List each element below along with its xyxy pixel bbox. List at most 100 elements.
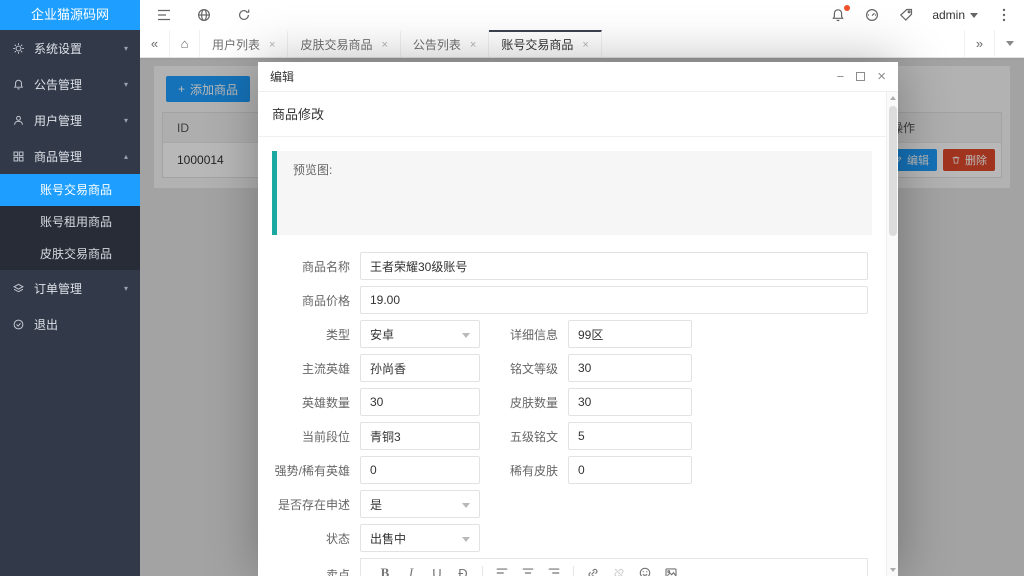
- link-icon[interactable]: [580, 566, 606, 576]
- gauge-icon[interactable]: [864, 7, 880, 23]
- tab-label: 用户列表: [212, 36, 260, 53]
- rare-skin-input[interactable]: [568, 456, 692, 484]
- sidebar-item-account-trade[interactable]: 账号交易商品: [0, 174, 140, 206]
- tab-account-trade[interactable]: 账号交易商品 ×: [489, 30, 601, 57]
- form-row: 英雄数量 皮肤数量: [272, 388, 872, 416]
- product-name-input[interactable]: [360, 252, 868, 280]
- form-row: 强势/稀有英雄 稀有皮肤: [272, 456, 872, 484]
- chevron-down-icon: ▾: [124, 80, 128, 89]
- close-icon[interactable]: ×: [381, 39, 387, 51]
- form-row: 主流英雄 铭文等级: [272, 354, 872, 382]
- form-row: 商品价格: [272, 286, 872, 314]
- product-preview-image[interactable]: [293, 187, 359, 225]
- chevron-up-icon: ▴: [124, 152, 128, 161]
- layers-icon: [12, 282, 25, 295]
- close-icon[interactable]: ×: [582, 39, 588, 51]
- form-row: 是否存在申述 是: [272, 490, 872, 518]
- chevron-down-icon: [1006, 41, 1014, 46]
- field-label: 铭文等级: [480, 360, 568, 377]
- emoji-icon[interactable]: [632, 566, 658, 576]
- field-label: 商品价格: [272, 292, 360, 309]
- editor-toolbar: B I U Đ: [360, 558, 868, 576]
- sidebar-item-announcements[interactable]: 公告管理 ▾: [0, 66, 140, 102]
- align-left-icon[interactable]: [489, 566, 515, 576]
- rare-hero-input[interactable]: [360, 456, 480, 484]
- form-row: 状态 出售中: [272, 524, 872, 552]
- current-rank-input[interactable]: [360, 422, 480, 450]
- sidebar-item-account-rent[interactable]: 账号租用商品: [0, 206, 140, 238]
- sidebar-item-label: 系统设置: [34, 40, 82, 57]
- sidebar-item-users[interactable]: 用户管理 ▾: [0, 102, 140, 138]
- tab-user-list[interactable]: 用户列表 ×: [200, 30, 288, 57]
- bold-icon[interactable]: B: [372, 565, 398, 576]
- modal-scrollbar[interactable]: [886, 92, 898, 576]
- form-row: 卖点 B I U Đ: [272, 558, 872, 576]
- preview-label: 预览图:: [293, 161, 856, 178]
- maximize-icon[interactable]: [856, 70, 865, 83]
- align-center-icon[interactable]: [515, 566, 541, 576]
- sidebar-item-skin-trade[interactable]: 皮肤交易商品: [0, 238, 140, 270]
- chevron-down-icon: ▾: [124, 44, 128, 53]
- user-menu[interactable]: admin: [932, 8, 978, 22]
- username: admin: [932, 8, 965, 22]
- detail-info-input[interactable]: [568, 320, 692, 348]
- align-right-icon[interactable]: [541, 566, 567, 576]
- minimize-icon[interactable]: −: [837, 70, 845, 83]
- field-label: 强势/稀有英雄: [272, 462, 360, 479]
- field-label: 类型: [272, 326, 360, 343]
- field-label: 状态: [272, 530, 360, 547]
- sidebar-item-products[interactable]: 商品管理 ▴: [0, 138, 140, 174]
- close-icon[interactable]: ×: [470, 39, 476, 51]
- sidebar-toggle-icon[interactable]: [156, 7, 172, 23]
- image-icon[interactable]: [658, 566, 684, 576]
- field-label: 英雄数量: [272, 394, 360, 411]
- close-icon[interactable]: ×: [269, 39, 275, 51]
- unlink-icon[interactable]: [606, 566, 632, 576]
- sidebar-item-label: 用户管理: [34, 112, 82, 129]
- tabs-menu-button[interactable]: [994, 30, 1024, 57]
- select-value: 是: [370, 496, 382, 513]
- product-price-input[interactable]: [360, 286, 868, 314]
- main-hero-input[interactable]: [360, 354, 480, 382]
- field-label: 稀有皮肤: [480, 462, 568, 479]
- scroll-down-icon[interactable]: [887, 564, 898, 576]
- type-select[interactable]: 安卓: [360, 320, 480, 348]
- sidebar-item-system-settings[interactable]: 系统设置 ▾: [0, 30, 140, 66]
- underline-icon[interactable]: U: [424, 566, 450, 576]
- field-label: 五级铭文: [480, 428, 568, 445]
- field-label: 卖点: [272, 558, 360, 576]
- status-select[interactable]: 出售中: [360, 524, 480, 552]
- level5-inscription-input[interactable]: [568, 422, 692, 450]
- refresh-icon[interactable]: [236, 7, 252, 23]
- tabs-scroll-left-button[interactable]: «: [140, 30, 170, 57]
- sidebar-item-orders[interactable]: 订单管理 ▾: [0, 270, 140, 306]
- scrollbar-thumb[interactable]: [889, 106, 897, 236]
- field-label: 详细信息: [480, 326, 568, 343]
- products-submenu: 账号交易商品 账号租用商品 皮肤交易商品: [0, 174, 140, 270]
- strikethrough-icon[interactable]: Đ: [450, 566, 476, 576]
- globe-icon[interactable]: [196, 7, 212, 23]
- tab-skin-trade[interactable]: 皮肤交易商品 ×: [288, 30, 400, 57]
- field-label: 当前段位: [272, 428, 360, 445]
- inscription-level-input[interactable]: [568, 354, 692, 382]
- appeal-select[interactable]: 是: [360, 490, 480, 518]
- skin-count-input[interactable]: [568, 388, 692, 416]
- close-icon[interactable]: ×: [877, 69, 886, 84]
- rich-text-editor: B I U Đ: [360, 558, 868, 576]
- sidebar-item-label: 公告管理: [34, 76, 82, 93]
- italic-icon[interactable]: I: [398, 565, 424, 576]
- logout-icon: [12, 318, 25, 331]
- more-vertical-icon[interactable]: [996, 7, 1012, 23]
- toolbar-divider: [573, 566, 574, 576]
- tab-announcement-list[interactable]: 公告列表 ×: [401, 30, 489, 57]
- modal-header: 编辑 − ×: [258, 62, 898, 92]
- home-tab[interactable]: ⌂: [170, 30, 200, 57]
- sidebar-item-logout[interactable]: 退出: [0, 306, 140, 342]
- tabs-scroll-right-button[interactable]: »: [964, 30, 994, 57]
- tab-label: 公告列表: [413, 36, 461, 53]
- tag-icon[interactable]: [898, 7, 914, 23]
- scroll-up-icon[interactable]: [887, 92, 898, 104]
- bell-icon[interactable]: [830, 7, 846, 23]
- hero-count-input[interactable]: [360, 388, 480, 416]
- grid-icon: [12, 150, 25, 163]
